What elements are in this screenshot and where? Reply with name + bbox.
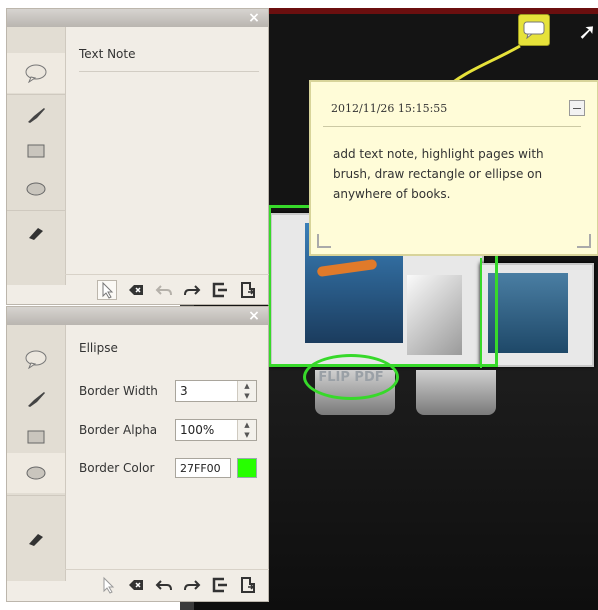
save-icon[interactable] — [239, 576, 257, 594]
undo-icon[interactable] — [155, 576, 173, 594]
pointer-icon[interactable] — [97, 279, 117, 300]
redo-icon[interactable] — [183, 281, 201, 299]
tool-divider — [7, 495, 65, 496]
close-icon[interactable]: × — [246, 309, 262, 323]
tool-divider — [7, 210, 65, 211]
border-alpha-row: Border Alpha 100% ▲ ▼ — [79, 418, 257, 442]
border-alpha-value[interactable]: 100% — [180, 423, 214, 437]
sticky-note-date: 2012/11/26 15:15:55 — [331, 102, 448, 115]
book-page-image-right — [488, 273, 568, 353]
action-bar — [65, 569, 269, 599]
stepper-up-icon[interactable]: ▲ — [238, 420, 256, 430]
redo-icon[interactable] — [183, 576, 201, 594]
export-icon[interactable] — [211, 281, 229, 299]
border-width-label: Border Width — [79, 384, 158, 398]
panel-titlebar[interactable]: × — [7, 9, 268, 27]
close-icon[interactable]: × — [246, 11, 262, 25]
clear-icon[interactable] — [127, 576, 145, 594]
tool-strip — [7, 325, 66, 581]
text-note-marker-icon[interactable] — [518, 14, 550, 46]
panel-titlebar[interactable]: × — [7, 307, 268, 325]
clear-icon[interactable] — [127, 281, 145, 299]
brush-icon[interactable] — [7, 379, 65, 419]
border-alpha-stepper[interactable]: 100% ▲ ▼ — [175, 419, 257, 441]
speech-bubble-icon[interactable] — [7, 339, 65, 379]
undo-icon[interactable] — [155, 281, 173, 299]
border-color-swatch[interactable] — [237, 458, 257, 478]
annotation-panel-text-note: × Text Note — [6, 8, 269, 305]
sticky-note-divider — [323, 126, 581, 127]
flip-pdf-ellipse-badge: FLIP PDF — [303, 354, 399, 400]
panel-title: Ellipse — [79, 341, 118, 355]
rectangle-icon[interactable] — [7, 131, 65, 171]
resize-handle-right-icon[interactable] — [577, 234, 591, 248]
sticky-note[interactable]: 2012/11/26 15:15:55 add text note, highl… — [309, 80, 598, 256]
panel-title-divider — [79, 71, 259, 72]
panel-title: Text Note — [79, 47, 136, 61]
annotation-panel-ellipse: × Ellipse Border Width 3 ▲ ▼ Border Alph… — [6, 306, 269, 602]
sticky-note-text[interactable]: add text note, highlight pages with brus… — [333, 144, 583, 204]
stepper-buttons[interactable]: ▲ ▼ — [237, 381, 256, 401]
save-icon[interactable] — [239, 281, 257, 299]
tool-strip — [7, 27, 66, 285]
eraser-icon[interactable] — [7, 213, 65, 253]
drawn-line-highlight — [480, 258, 482, 368]
stepper-buttons[interactable]: ▲ ▼ — [237, 420, 256, 440]
ellipse-icon[interactable] — [7, 453, 65, 493]
resize-handle-left-icon[interactable] — [317, 234, 331, 248]
stepper-down-icon[interactable]: ▼ — [238, 391, 256, 401]
brush-icon[interactable] — [7, 95, 65, 135]
border-alpha-label: Border Alpha — [79, 423, 158, 437]
export-icon[interactable] — [211, 576, 229, 594]
border-color-field[interactable]: 27FF00 — [175, 458, 231, 478]
stepper-down-icon[interactable]: ▼ — [238, 430, 256, 440]
stepper-up-icon[interactable]: ▲ — [238, 381, 256, 391]
eraser-icon[interactable] — [7, 519, 65, 559]
border-color-row: Border Color 27FF00 — [79, 456, 257, 480]
arrow-cursor-icon: ➚ — [578, 20, 597, 45]
action-bar — [65, 274, 269, 304]
border-color-label: Border Color — [79, 461, 155, 475]
ellipse-icon[interactable] — [7, 169, 65, 209]
monitor-stand-right — [416, 370, 496, 415]
speech-bubble-icon[interactable] — [7, 53, 65, 93]
border-width-stepper[interactable]: 3 ▲ ▼ — [175, 380, 257, 402]
border-width-value[interactable]: 3 — [180, 384, 188, 398]
rectangle-icon[interactable] — [7, 417, 65, 457]
pointer-icon[interactable] — [99, 576, 117, 594]
border-width-row: Border Width 3 ▲ ▼ — [79, 379, 257, 403]
minimize-icon[interactable] — [569, 100, 585, 116]
